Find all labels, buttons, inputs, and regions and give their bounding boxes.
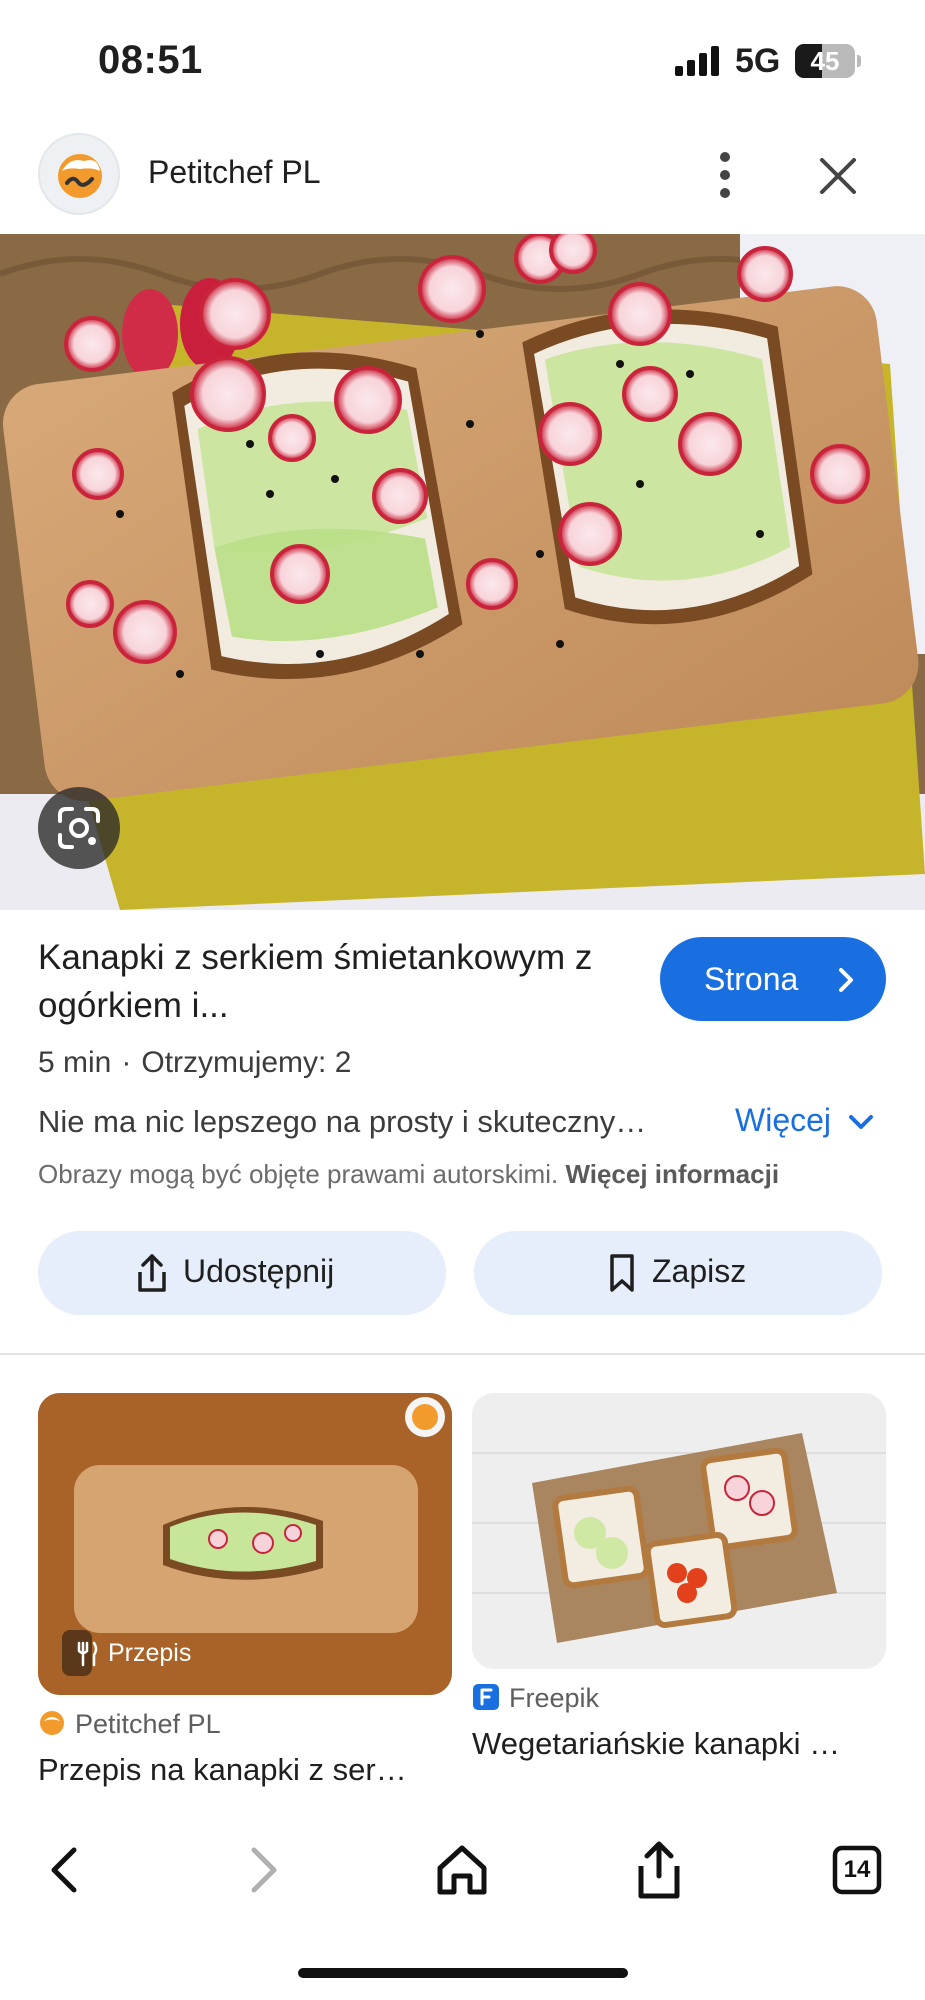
share-button[interactable]: Udostępnij [38, 1231, 446, 1315]
recipe-time: 5 min [38, 1046, 112, 1079]
tabs-count: 14 [843, 1856, 871, 1883]
share-page-icon[interactable] [627, 1838, 691, 1902]
save-label: Zapisz [652, 1253, 747, 1289]
chevron-right-icon [839, 968, 853, 992]
section-divider [0, 1353, 925, 1355]
google-lens-button[interactable] [38, 787, 120, 869]
copyright-notice: Obrazy mogą być objęte prawami autorskim… [38, 1159, 779, 1190]
visit-site-label: Strona [704, 961, 799, 997]
battery-level: 45 [810, 46, 840, 76]
recipe-servings: Otrzymujemy: 2 [141, 1046, 352, 1079]
recipe-tag-label: Przepis [108, 1639, 192, 1667]
site-logo[interactable] [38, 133, 120, 215]
bookmark-icon [610, 1254, 634, 1292]
related-image-1[interactable] [38, 1393, 452, 1695]
petitchef-logo-icon [58, 154, 102, 198]
viewer-header: Petitchef PL [0, 120, 925, 234]
recipe-tag: Przepis [62, 1630, 191, 1676]
vegetarian-sandwiches-image [472, 1393, 886, 1669]
save-button[interactable]: Zapisz [474, 1231, 882, 1315]
status-bar: 08:51 5G 45 [0, 0, 925, 120]
back-icon[interactable] [34, 1838, 98, 1902]
signal-icon [675, 46, 719, 76]
meta-separator: · [121, 1046, 132, 1079]
more-button[interactable]: Więcej [735, 1102, 873, 1139]
site-name: Petitchef PL [148, 154, 321, 190]
copyright-text: Obrazy mogą być objęte prawami autorskim… [38, 1159, 559, 1189]
related-title-1[interactable]: Przepis na kanapki z ser… [38, 1752, 452, 1788]
google-lens-icon [58, 807, 100, 849]
toast-on-board-image [38, 1393, 452, 1695]
network-type: 5G [735, 42, 781, 80]
copyright-more-link[interactable]: Więcej informacji [565, 1159, 779, 1189]
tabs-button[interactable]: 14 [825, 1838, 889, 1902]
more-vert-icon[interactable] [700, 145, 750, 205]
home-icon[interactable] [430, 1838, 494, 1902]
freepik-logo-icon [473, 1684, 499, 1710]
more-label: Więcej [735, 1102, 832, 1138]
result-title[interactable]: Kanapki z serkiem śmietankowym z ogórkie… [38, 934, 598, 1030]
forward-icon[interactable] [230, 1838, 294, 1902]
share-icon [138, 1254, 166, 1292]
related-image-2[interactable] [472, 1393, 886, 1669]
visit-site-button[interactable]: Strona [660, 937, 886, 1021]
related-title-2[interactable]: Wegetariańskie kanapki … [472, 1726, 886, 1762]
close-icon[interactable] [810, 148, 866, 204]
radish-cucumber-toast-image [0, 234, 925, 910]
battery-icon: 45 [795, 44, 861, 78]
related-source-1: Petitchef PL [75, 1709, 221, 1739]
result-description: Nie ma nic lepszego na prosty i skuteczn… [38, 1104, 647, 1139]
share-label: Udostępnij [183, 1253, 335, 1289]
chevron-down-icon [849, 1115, 873, 1129]
petitchef-logo-icon [40, 1711, 64, 1735]
utensils-icon [77, 1641, 98, 1667]
related-source-2: Freepik [509, 1683, 600, 1713]
home-indicator [298, 1968, 628, 1978]
main-image[interactable] [0, 234, 925, 910]
status-time: 08:51 [98, 38, 203, 82]
recipe-meta: 5 min · Otrzymujemy: 2 [38, 1046, 351, 1080]
